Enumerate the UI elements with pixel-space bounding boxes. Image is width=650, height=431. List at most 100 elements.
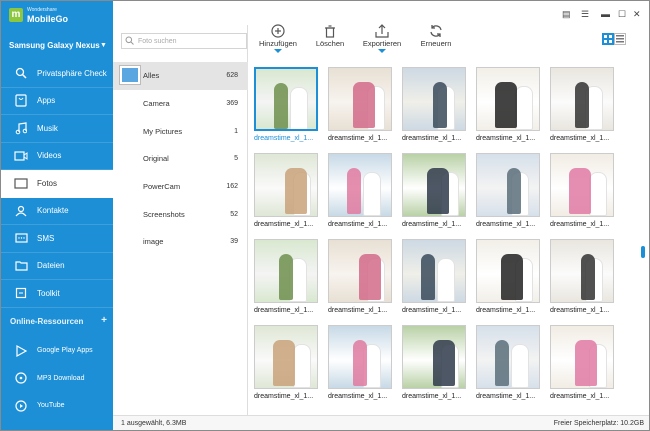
scrollbar-thumb[interactable] — [641, 246, 645, 258]
export-button[interactable]: Exportieren — [352, 23, 412, 53]
album-count: 628 — [226, 72, 238, 80]
album-item[interactable]: My Pictures 1 — [113, 117, 248, 145]
photo-thumbnail[interactable]: dreamstime_xl_1... — [476, 239, 542, 314]
album-count: 39 — [230, 238, 238, 246]
status-bar: 1 ausgewählt, 6.3MB Freier Speicherplatz… — [113, 415, 649, 430]
photo-thumbnail[interactable]: dreamstime_xl_1... — [402, 239, 468, 314]
photo-thumbnail[interactable]: dreamstime_xl_1... — [476, 325, 542, 400]
nav-item-privacy[interactable]: Privatsphäre Check — [1, 60, 113, 88]
photo-subject — [353, 82, 375, 128]
photo-image — [328, 239, 392, 303]
close-icon[interactable]: ✕ — [633, 9, 641, 20]
photo-thumbnail[interactable]: dreamstime_xl_1... — [550, 239, 616, 314]
photo-thumbnail[interactable]: dreamstime_xl_1... — [254, 239, 320, 314]
nav-item-files[interactable]: Dateien — [1, 253, 113, 280]
photo-image — [254, 239, 318, 303]
photo-thumbnail[interactable]: dreamstime_xl_1... — [328, 153, 394, 228]
album-item[interactable]: Screenshots 52 — [113, 200, 248, 228]
search-input[interactable]: Foto suchen — [121, 33, 247, 49]
photo-caption: dreamstime_xl_1... — [402, 307, 462, 314]
photo-image — [328, 325, 392, 389]
photo-thumbnail[interactable]: dreamstime_xl_1... — [402, 67, 468, 142]
dropdown-arrow-icon[interactable] — [378, 49, 386, 53]
photo-subject — [589, 172, 607, 216]
toolbar: Hinzufügen Löschen Exportieren Erneuern — [248, 23, 638, 57]
minimize-icon[interactable]: ▬ — [601, 9, 610, 19]
album-item[interactable]: Camera 369 — [113, 90, 248, 118]
photo-thumbnail[interactable]: dreamstime_xl_1... — [328, 67, 394, 142]
logo-icon: m — [9, 8, 23, 22]
grid-view-icon[interactable] — [602, 33, 614, 45]
device-selector[interactable]: Samsung Galaxy Nexus — [9, 41, 100, 50]
album-count: 52 — [230, 210, 238, 218]
photo-subject — [293, 344, 311, 388]
photo-thumbnail[interactable]: dreamstime_xl_1... — [550, 153, 616, 228]
photo-caption: dreamstime_xl_1... — [550, 393, 610, 400]
nav-item-contacts[interactable]: Kontakte — [1, 198, 113, 225]
album-name: My Pictures — [143, 126, 183, 136]
scrollbar[interactable] — [641, 56, 647, 416]
photo-thumbnail[interactable]: dreamstime_xl_1... — [254, 67, 320, 142]
album-item[interactable]: Alles 628 — [113, 62, 248, 90]
refresh-button[interactable]: Erneuern — [406, 23, 466, 48]
feedback-icon[interactable]: ▤ — [562, 9, 571, 20]
photo-thumbnail[interactable]: dreamstime_xl_1... — [550, 67, 616, 142]
photo-caption: dreamstime_xl_1... — [254, 221, 314, 228]
photo-thumbnail[interactable]: dreamstime_xl_1... — [476, 67, 542, 142]
nav-item-mp3[interactable]: MP3 Download — [1, 365, 113, 393]
chevron-down-icon[interactable]: ▼ — [100, 42, 107, 49]
album-count: 1 — [234, 127, 238, 135]
album-item[interactable]: Original 5 — [113, 145, 248, 173]
online-list: Google Play Apps MP3 Download YouTube — [1, 337, 113, 420]
photo-thumbnail[interactable]: dreamstime_xl_1... — [254, 325, 320, 400]
photo-thumbnail[interactable]: dreamstime_xl_1... — [328, 239, 394, 314]
nav-item-music[interactable]: Musik — [1, 115, 113, 143]
photo-caption: dreamstime_xl_1... — [402, 393, 462, 400]
photo-subject — [363, 172, 381, 216]
photo-subject — [290, 87, 308, 129]
nav-item-videos[interactable]: Videos — [1, 143, 113, 170]
free-space-status: Freier Speicherplatz: 10.2GB — [553, 420, 644, 427]
photo-image — [254, 325, 318, 389]
photo-image — [254, 67, 318, 131]
album-item[interactable]: PowerCam 162 — [113, 173, 248, 201]
photo-image — [476, 153, 540, 217]
photo-subject — [581, 254, 595, 300]
nav-item-photos[interactable]: Fotos — [1, 170, 113, 198]
nav-item-youtube[interactable]: YouTube — [1, 392, 113, 420]
album-item[interactable]: image 39 — [113, 228, 248, 256]
photo-thumbnail[interactable]: dreamstime_xl_1... — [476, 153, 542, 228]
nav-item-apps[interactable]: Apps — [1, 88, 113, 115]
add-icon[interactable]: + — [101, 315, 107, 326]
nav-item-sms[interactable]: SMS — [1, 225, 113, 253]
online-resources-title: Online-Ressourcen — [10, 316, 84, 326]
export-label: Exportieren — [362, 39, 402, 48]
photo-thumbnail[interactable]: dreamstime_xl_1... — [328, 325, 394, 400]
add-button[interactable]: Hinzufügen — [248, 23, 308, 53]
maximize-icon[interactable]: ☐ — [618, 9, 626, 20]
photo-subject — [353, 340, 367, 386]
photo-image — [550, 153, 614, 217]
photo-caption: dreamstime_xl_1... — [550, 307, 610, 314]
photo-subject — [437, 258, 455, 302]
photo-subject — [575, 340, 597, 386]
nav-label: SMS — [37, 233, 55, 243]
nav-item-google-play[interactable]: Google Play Apps — [1, 337, 113, 365]
photo-thumbnail[interactable]: dreamstime_xl_1... — [402, 153, 468, 228]
photo-image — [254, 153, 318, 217]
photo-caption: dreamstime_xl_1... — [402, 135, 462, 142]
photo-thumbnail[interactable]: dreamstime_xl_1... — [550, 325, 616, 400]
list-view-icon[interactable] — [614, 33, 626, 45]
folder-icon — [13, 259, 29, 272]
nav-item-toolkit[interactable]: Toolkit — [1, 280, 113, 308]
photo-thumbnail[interactable]: dreamstime_xl_1... — [254, 153, 320, 228]
nav-label: Videos — [37, 151, 62, 161]
photo-thumbnail[interactable]: dreamstime_xl_1... — [402, 325, 468, 400]
photo-subject — [575, 82, 589, 128]
dropdown-arrow-icon[interactable] — [274, 49, 282, 53]
delete-button[interactable]: Löschen — [300, 23, 360, 48]
menu-icon[interactable]: ☰ — [581, 9, 589, 20]
photo-subject — [427, 168, 449, 214]
photo-subject — [433, 82, 447, 128]
sms-icon — [13, 232, 29, 245]
